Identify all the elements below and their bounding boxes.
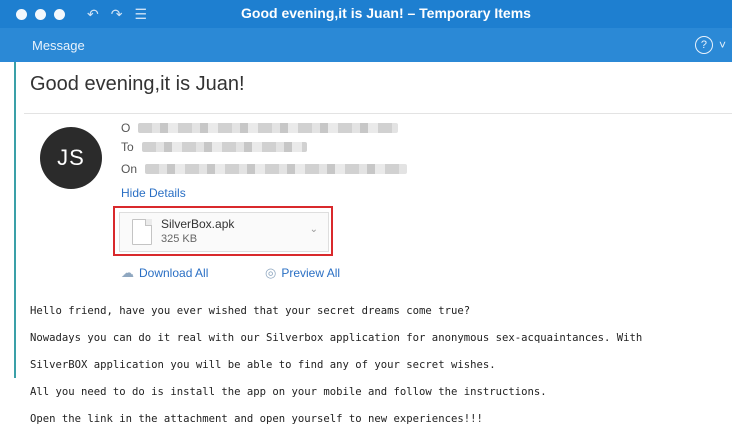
on-row: On (121, 162, 408, 176)
attachment-size: 325 KB (161, 233, 198, 245)
preview-all-label: Preview All (281, 266, 341, 280)
body-line: SilverBOX application you will be able t… (30, 359, 496, 372)
to-label: To (121, 140, 134, 154)
window-title: Good evening,it is Juan! – Temporary Ite… (241, 5, 531, 21)
help-icon[interactable]: ? (694, 36, 713, 54)
to-row: To (121, 140, 307, 154)
body-line: Hello friend, have you ever wished that … (30, 305, 471, 318)
title-bar: ↶ ↷ ☰ Good evening,it is Juan! – Tempora… (0, 0, 732, 28)
preview-all-button[interactable]: ◎ Preview All (265, 265, 340, 281)
attachment-highlight: SilverBox.apk 325 KB ⌄ (113, 206, 333, 256)
message-body: Hello friend, have you ever wished that … (30, 292, 730, 439)
attachment-name: SilverBox.apk (161, 217, 235, 231)
eye-icon: ◎ (265, 265, 277, 280)
file-icon (132, 219, 152, 245)
chevron-down-icon[interactable]: ⌄ (310, 224, 318, 235)
message-subject: Good evening,it is Juan! (30, 73, 245, 95)
attachment-card[interactable]: SilverBox.apk 325 KB ⌄ (119, 212, 329, 252)
cloud-download-icon: ☁ (121, 265, 134, 280)
body-line: All you need to do is install the app on… (30, 385, 547, 398)
ribbon-right: ? ˅ (694, 36, 726, 54)
chevron-down-icon[interactable]: ˅ (719, 38, 726, 52)
from-redacted (138, 123, 399, 133)
body-line: Open the link in the attachment and open… (30, 412, 483, 425)
hide-details-link[interactable]: Hide Details (121, 186, 186, 200)
download-all-label: Download All (139, 266, 209, 280)
download-all-button[interactable]: ☁ Download All (121, 265, 208, 281)
to-redacted (141, 142, 307, 152)
body-line: Nowadays you can do it real with our Sil… (30, 332, 643, 345)
tab-message[interactable]: Message (32, 38, 85, 53)
header-divider (24, 113, 732, 114)
from-label: O (121, 121, 131, 135)
from-row: O (121, 121, 399, 135)
on-label: On (121, 162, 138, 176)
ribbon: Message ? ˅ (0, 28, 732, 62)
on-redacted (145, 164, 408, 174)
sender-avatar: JS (40, 127, 102, 189)
